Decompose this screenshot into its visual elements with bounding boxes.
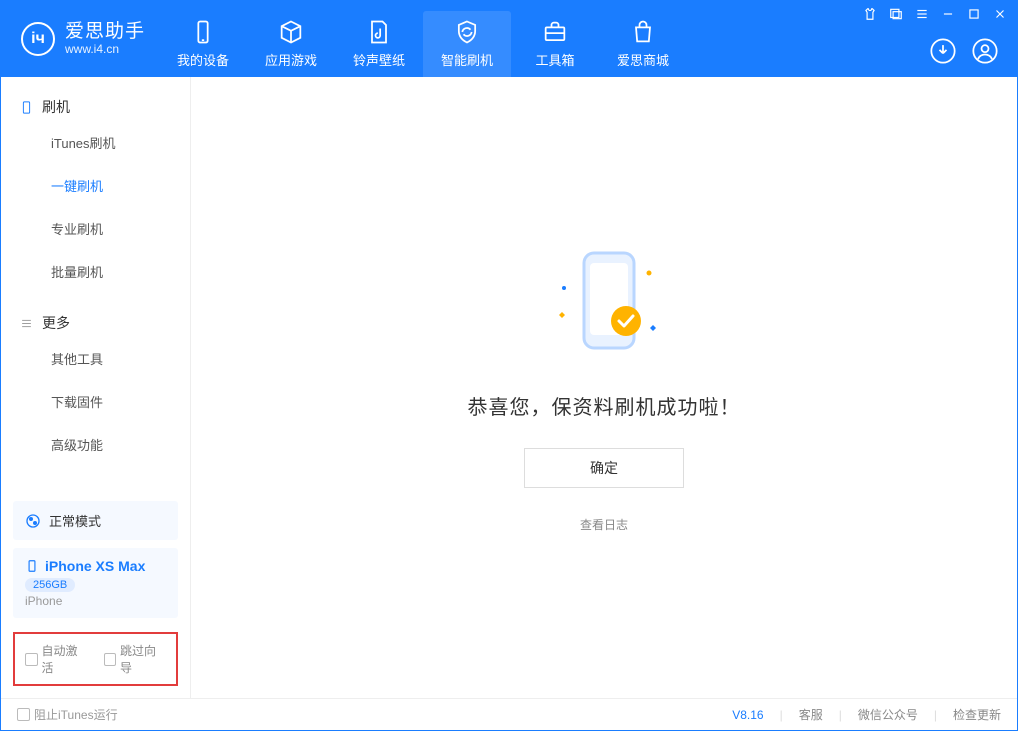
nav-label: 铃声壁纸 xyxy=(353,50,405,69)
success-message: 恭喜您，保资料刷机成功啦！ xyxy=(468,391,741,420)
nav-ringtones-wallpapers[interactable]: 铃声壁纸 xyxy=(335,11,423,77)
device-type: iPhone xyxy=(25,594,166,608)
nav-apps-games[interactable]: 应用游戏 xyxy=(247,11,335,77)
block-itunes-checkbox[interactable]: 阻止iTunes运行 xyxy=(17,706,118,723)
sidebar-item-pro-flash[interactable]: 专业刷机 xyxy=(1,207,190,250)
success-illustration xyxy=(544,243,664,363)
nav-label: 智能刷机 xyxy=(441,50,493,69)
sidebar-item-itunes-flash[interactable]: iTunes刷机 xyxy=(1,121,190,164)
mode-icon xyxy=(25,513,41,529)
sidebar-section-flash: 刷机 xyxy=(1,87,190,121)
download-icon[interactable] xyxy=(929,37,957,65)
view-log-link[interactable]: 查看日志 xyxy=(580,516,628,533)
minimize-icon[interactable] xyxy=(941,7,955,21)
nav-toolbox[interactable]: 工具箱 xyxy=(511,11,599,77)
sidebar-item-download-firmware[interactable]: 下载固件 xyxy=(1,380,190,423)
phone-icon xyxy=(19,100,34,115)
device-icon xyxy=(189,20,217,44)
check-update-link[interactable]: 检查更新 xyxy=(953,706,1001,723)
user-icon[interactable] xyxy=(971,37,999,65)
section-label: 更多 xyxy=(42,313,70,333)
sidebar: 刷机 iTunes刷机 一键刷机 专业刷机 批量刷机 更多 其他工具 下载固件 … xyxy=(1,77,191,698)
nav-label: 工具箱 xyxy=(536,50,575,69)
menu-icon[interactable] xyxy=(915,7,929,21)
cube-icon xyxy=(277,20,305,44)
maximize-icon[interactable] xyxy=(967,7,981,21)
support-link[interactable]: 客服 xyxy=(799,706,823,723)
feedback-icon[interactable] xyxy=(889,7,903,21)
header: iч 爱思助手 www.i4.cn 我的设备 应用游戏 铃声壁纸 智能刷机 工具… xyxy=(1,1,1017,77)
header-right xyxy=(929,37,999,65)
mode-card[interactable]: 正常模式 xyxy=(13,501,178,540)
shield-refresh-icon xyxy=(453,20,481,44)
mode-label: 正常模式 xyxy=(49,511,101,530)
sidebar-item-batch-flash[interactable]: 批量刷机 xyxy=(1,250,190,293)
storage-badge: 256GB xyxy=(25,578,75,592)
checkbox-label: 跳过向导 xyxy=(120,642,166,676)
device-card[interactable]: iPhone XS Max 256GB iPhone xyxy=(13,548,178,618)
sidebar-section-more: 更多 xyxy=(1,303,190,337)
window-controls xyxy=(863,7,1007,21)
flash-options-row: 自动激活 跳过向导 xyxy=(13,632,178,686)
nav-store[interactable]: 爱思商城 xyxy=(599,11,687,77)
skin-icon[interactable] xyxy=(863,7,877,21)
footer: 阻止iTunes运行 V8.16 | 客服 | 微信公众号 | 检查更新 xyxy=(1,698,1017,730)
checkbox-label: 阻止iTunes运行 xyxy=(34,706,118,723)
body: 刷机 iTunes刷机 一键刷机 专业刷机 批量刷机 更多 其他工具 下载固件 … xyxy=(1,77,1017,698)
app-url: www.i4.cn xyxy=(65,43,145,56)
briefcase-icon xyxy=(541,20,569,44)
checkbox-label: 自动激活 xyxy=(42,642,88,676)
device-name: iPhone XS Max xyxy=(45,558,145,574)
nav-label: 我的设备 xyxy=(177,50,229,69)
logo: iч 爱思助手 www.i4.cn xyxy=(1,1,159,77)
auto-activate-checkbox[interactable]: 自动激活 xyxy=(25,642,88,676)
music-file-icon xyxy=(365,20,393,44)
nav-label: 爱思商城 xyxy=(617,50,669,69)
nav-label: 应用游戏 xyxy=(265,50,317,69)
app-name: 爱思助手 xyxy=(65,22,145,43)
sidebar-item-other-tools[interactable]: 其他工具 xyxy=(1,337,190,380)
nav-my-device[interactable]: 我的设备 xyxy=(159,11,247,77)
main-content: 恭喜您，保资料刷机成功啦！ 确定 查看日志 xyxy=(191,77,1017,698)
nav-smart-flash[interactable]: 智能刷机 xyxy=(423,11,511,77)
logo-mark-icon: iч xyxy=(21,22,55,56)
wechat-link[interactable]: 微信公众号 xyxy=(858,706,918,723)
sidebar-item-oneclick-flash[interactable]: 一键刷机 xyxy=(1,164,190,207)
bag-icon xyxy=(629,20,657,44)
ok-button[interactable]: 确定 xyxy=(524,448,684,488)
list-icon xyxy=(19,316,34,331)
device-phone-icon xyxy=(25,559,39,573)
main-nav: 我的设备 应用游戏 铃声壁纸 智能刷机 工具箱 爱思商城 xyxy=(159,11,687,77)
skip-guide-checkbox[interactable]: 跳过向导 xyxy=(104,642,167,676)
version-label: V8.16 xyxy=(732,708,763,722)
close-icon[interactable] xyxy=(993,7,1007,21)
section-label: 刷机 xyxy=(42,97,70,117)
sidebar-item-advanced[interactable]: 高级功能 xyxy=(1,423,190,466)
